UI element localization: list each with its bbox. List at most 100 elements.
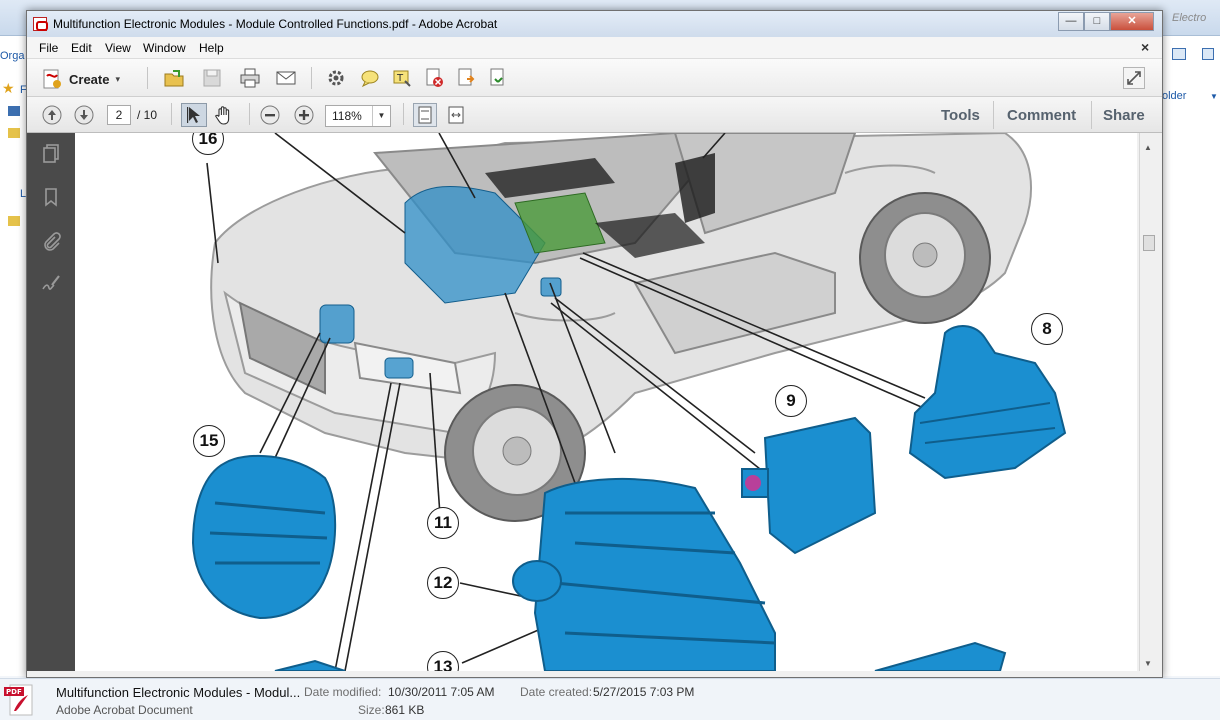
hand-tool-button[interactable] <box>213 104 235 126</box>
size-label: Size: <box>358 703 385 717</box>
tools-tab[interactable]: Tools <box>941 107 980 124</box>
date-created-value: 5/27/2015 7:03 PM <box>593 685 695 699</box>
explorer-left-fragment-organize[interactable]: Orga <box>0 50 24 62</box>
zoom-level-select[interactable]: 118% ▼ <box>325 105 391 127</box>
save-button[interactable] <box>201 67 223 89</box>
share-tab[interactable]: Share <box>1103 107 1145 124</box>
speech-bubble-icon <box>361 70 379 88</box>
module-12-13-shape <box>274 477 1007 671</box>
settings-button[interactable] <box>325 67 347 89</box>
vertical-scrollbar[interactable]: ▲ ▼ <box>1139 133 1157 671</box>
open-file-button[interactable] <box>163 67 185 89</box>
select-tool-button[interactable] <box>181 103 207 127</box>
toolbar-separator <box>171 103 172 125</box>
plus-icon <box>294 105 314 125</box>
module-8-shape <box>908 325 1067 480</box>
zoom-in-button[interactable] <box>293 104 315 126</box>
document-view[interactable]: 16 15 11 12 13 9 8 <box>75 133 1137 671</box>
vehicle-module-diagram <box>191 133 1067 671</box>
fit-width-button[interactable] <box>445 104 467 126</box>
open-folder-icon <box>164 70 184 87</box>
email-button[interactable] <box>275 67 297 89</box>
delete-page-button[interactable] <box>423 67 445 89</box>
acrobat-window: Multifunction Electronic Modules - Modul… <box>26 10 1163 678</box>
rear-wheel <box>859 192 991 324</box>
explorer-search-fragment: Electro <box>1172 12 1207 24</box>
page-thumbnails-button[interactable] <box>39 141 63 165</box>
toolbar-separator <box>311 67 312 89</box>
date-modified-value: 10/30/2011 7:05 AM <box>388 685 495 699</box>
expand-view-button[interactable] <box>1123 67 1145 89</box>
menu-bar: File Edit View Window Help × <box>27 37 1162 59</box>
layout-icon[interactable] <box>1202 48 1214 60</box>
comment-button[interactable] <box>359 67 381 89</box>
menu-edit[interactable]: Edit <box>71 41 92 55</box>
cursor-icon <box>187 107 200 123</box>
highlight-text-icon: T <box>393 70 411 87</box>
close-window-button[interactable]: ✕ <box>1110 12 1154 31</box>
svg-text:T: T <box>396 73 404 84</box>
menu-file[interactable]: File <box>39 41 58 55</box>
callout-9: 9 <box>775 385 807 417</box>
hand-icon <box>214 106 230 125</box>
fit-page-icon <box>418 106 432 124</box>
fit-page-button[interactable] <box>413 103 437 127</box>
window-title: Multifunction Electronic Modules - Modul… <box>53 17 498 31</box>
page-thumbnails-icon <box>43 144 59 163</box>
folder-icon <box>8 128 20 138</box>
callout-15: 15 <box>193 425 225 457</box>
minimize-button[interactable]: — <box>1058 12 1084 31</box>
minus-icon <box>260 105 280 125</box>
delete-page-icon <box>426 68 443 87</box>
new-folder-fragment[interactable]: older <box>1162 90 1186 102</box>
navigation-pane <box>27 133 75 671</box>
export-page-icon <box>458 68 475 86</box>
navigation-toolbar: 2 / 10 118% ▼ Tools Comment Share <box>27 97 1162 133</box>
signature-pen-icon <box>42 275 60 290</box>
zoom-dropdown-icon[interactable]: ▼ <box>372 106 390 126</box>
comment-tab[interactable]: Comment <box>1007 107 1076 124</box>
page-number-input[interactable]: 2 <box>107 105 131 125</box>
close-document-button[interactable]: × <box>1141 39 1149 55</box>
menu-view[interactable]: View <box>105 41 131 55</box>
explorer-details-pane: PDF Multifunction Electronic Modules - M… <box>0 678 1220 720</box>
size-value: 861 KB <box>385 703 425 717</box>
scroll-up-icon[interactable]: ▲ <box>1144 143 1152 152</box>
file-name: Multifunction Electronic Modules - Modul… <box>56 685 301 700</box>
create-button[interactable]: Create ▾ <box>41 67 120 91</box>
desktop-icon <box>8 106 20 116</box>
maximize-button[interactable]: □ <box>1084 12 1110 31</box>
callout-12: 12 <box>427 567 459 599</box>
main-toolbar: Create ▾ T <box>27 59 1162 97</box>
attachments-button[interactable] <box>39 229 63 253</box>
scroll-thumb[interactable] <box>1143 235 1155 251</box>
tab-separator <box>993 101 994 129</box>
print-button[interactable] <box>239 67 261 89</box>
insert-page-button[interactable] <box>487 67 509 89</box>
zoom-out-button[interactable] <box>259 104 281 126</box>
menu-window[interactable]: Window <box>143 41 186 55</box>
bookmarks-button[interactable] <box>39 185 63 209</box>
acrobat-app-icon <box>33 17 48 31</box>
date-modified-label: Date modified: <box>304 685 382 699</box>
toolbar-separator <box>147 67 148 89</box>
pdf-badge-text: PDF <box>6 688 22 696</box>
export-button[interactable] <box>455 67 477 89</box>
pdf-file-icon: PDF <box>4 684 33 716</box>
callout-8: 8 <box>1031 313 1063 345</box>
module-9-shape <box>741 416 877 555</box>
menu-help[interactable]: Help <box>199 41 224 55</box>
next-page-button[interactable] <box>73 104 95 126</box>
scroll-down-icon[interactable]: ▼ <box>1144 659 1152 668</box>
printer-icon <box>240 68 260 88</box>
signatures-button[interactable] <box>39 271 63 295</box>
preview-pane-icon[interactable] <box>1172 48 1186 60</box>
tab-separator <box>1091 101 1092 129</box>
previous-page-button[interactable] <box>41 104 63 126</box>
envelope-icon <box>276 71 296 85</box>
arrow-up-icon <box>42 105 62 125</box>
highlight-button[interactable]: T <box>391 67 413 89</box>
page-total: / 10 <box>137 108 158 122</box>
save-icon <box>203 69 221 87</box>
title-bar: Multifunction Electronic Modules - Modul… <box>27 11 1162 37</box>
